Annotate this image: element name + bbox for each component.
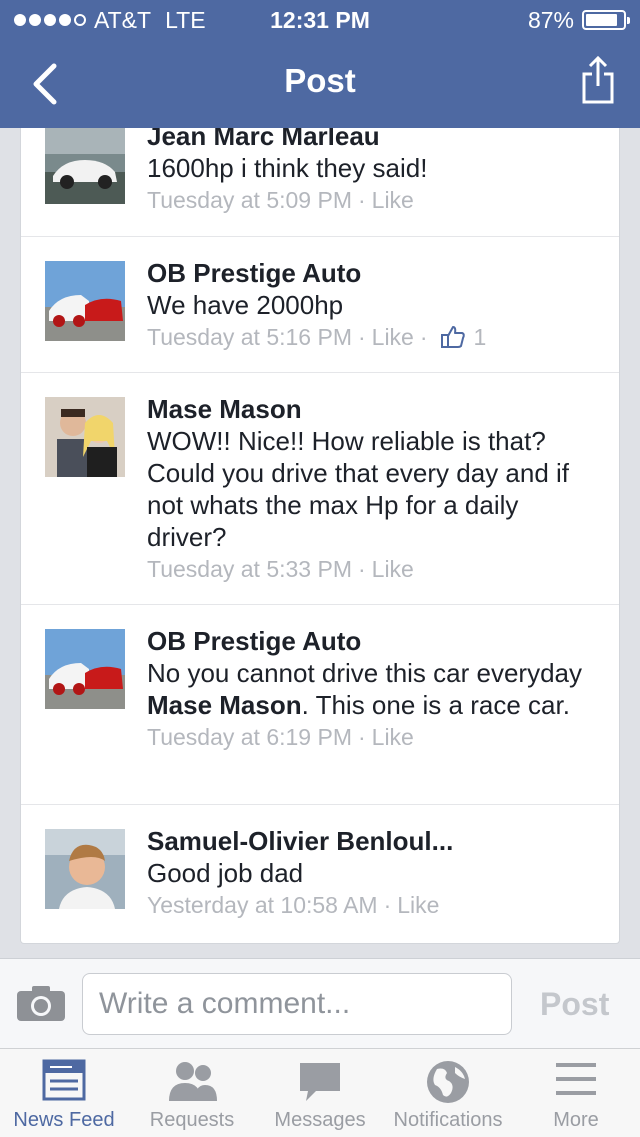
like-link[interactable]: Like <box>372 721 414 753</box>
comment-content: OB Prestige Auto We have 2000hp Tuesday … <box>147 257 601 353</box>
comment-item: OB Prestige Auto No you cannot drive thi… <box>21 605 619 805</box>
share-icon <box>582 55 614 104</box>
tab-label: More <box>553 1109 599 1131</box>
camera-icon <box>17 986 65 1021</box>
status-bar: AT&T LTE 12:31 PM 87% <box>0 0 640 40</box>
globe-icon <box>427 1061 469 1103</box>
comment-meta: Tuesday at 6:19 PM · Like <box>147 721 601 753</box>
comment-content: Jean Marc Marleau 1600hp i think they sa… <box>147 128 601 216</box>
tab-label: Requests <box>149 1109 235 1131</box>
avatar[interactable] <box>45 829 125 909</box>
comment-time: Tuesday at 5:33 PM <box>147 556 352 582</box>
comment-item: Samuel-Olivier Benloul... Good job dad Y… <box>21 805 619 943</box>
battery-icon <box>582 10 630 30</box>
comment-text: We have 2000hp <box>147 290 344 320</box>
comment-content: OB Prestige Auto No you cannot drive thi… <box>147 625 601 753</box>
share-button[interactable] <box>580 54 616 106</box>
tab-label: News Feed <box>13 1109 115 1131</box>
comment-item: Mase Mason WOW!! Nice!! How reliable is … <box>21 373 619 605</box>
comment-text-after: . This one is a race car. <box>301 690 570 720</box>
page-title: Post <box>284 62 356 99</box>
camera-button[interactable] <box>16 983 66 1023</box>
post-button[interactable]: Post <box>540 973 609 1035</box>
header: AT&T LTE 12:31 PM 87% Post <box>0 0 640 128</box>
like-link[interactable]: Like <box>397 889 439 921</box>
tab-more[interactable]: More <box>512 1049 640 1137</box>
comment-text: WOW!! Nice!! How reliable is that? Could… <box>147 426 570 552</box>
comment-composer: Write a comment... Post <box>0 958 640 1049</box>
comment-author[interactable]: Samuel-Olivier Benloul... <box>147 825 601 857</box>
comment-time: Tuesday at 6:19 PM <box>147 724 352 750</box>
comment-content: Mase Mason WOW!! Nice!! How reliable is … <box>147 393 601 585</box>
tab-messages[interactable]: Messages <box>256 1049 384 1137</box>
tab-label: Messages <box>274 1109 366 1131</box>
avatar[interactable] <box>45 397 125 477</box>
comment-author[interactable]: OB Prestige Auto <box>147 625 601 657</box>
comment-author[interactable]: OB Prestige Auto <box>147 257 601 289</box>
comment-meta: Tuesday at 5:09 PM · Like <box>147 184 601 216</box>
comment-text-before: No you cannot drive this car everyday <box>147 658 582 688</box>
avatar[interactable] <box>45 128 125 204</box>
comment-time: Tuesday at 5:09 PM <box>147 187 352 213</box>
like-count: 1 <box>473 324 487 350</box>
comment-time: Yesterday at 10:58 AM <box>147 892 378 918</box>
nav-bar: Post <box>0 40 640 128</box>
comment-author[interactable]: Jean Marc Marleau <box>147 128 601 152</box>
comment-meta: Yesterday at 10:58 AM · Like <box>147 889 601 921</box>
comment-text: Good job dad <box>147 858 304 888</box>
comments-list: Jean Marc Marleau 1600hp i think they sa… <box>20 128 620 944</box>
status-right: 87% <box>527 0 630 40</box>
thumbs-up-icon <box>440 326 465 348</box>
tab-label: Notifications <box>393 1109 503 1131</box>
like-link[interactable]: Like <box>372 321 414 353</box>
comment-item: OB Prestige Auto We have 2000hp Tuesday … <box>21 237 619 373</box>
battery-percent: 87% <box>527 7 574 33</box>
tab-bar: News Feed Requests Messages Notification… <box>0 1048 640 1137</box>
tab-news-feed[interactable]: News Feed <box>0 1049 128 1137</box>
mention-link[interactable]: Mase Mason <box>147 690 302 720</box>
news-feed-icon <box>42 1059 86 1101</box>
messages-icon <box>300 1063 340 1101</box>
tab-requests[interactable]: Requests <box>128 1049 256 1137</box>
comment-item: Jean Marc Marleau 1600hp i think they sa… <box>21 128 619 237</box>
avatar[interactable] <box>45 261 125 341</box>
menu-icon <box>556 1063 596 1095</box>
comment-text: 1600hp i think they said! <box>147 153 428 183</box>
comment-time: Tuesday at 5:16 PM <box>147 324 352 350</box>
comment-text: No you cannot drive this car everyday Ma… <box>147 657 601 721</box>
comment-meta: Tuesday at 5:33 PM · Like <box>147 553 601 585</box>
comment-meta: Tuesday at 5:16 PM · Like · 1 <box>147 321 601 353</box>
tab-notifications[interactable]: Notifications <box>384 1049 512 1137</box>
like-link[interactable]: Like <box>372 553 414 585</box>
like-link[interactable]: Like <box>372 184 414 216</box>
friend-requests-icon <box>169 1062 217 1101</box>
comment-author[interactable]: Mase Mason <box>147 393 601 425</box>
comment-input[interactable]: Write a comment... <box>82 973 512 1035</box>
avatar[interactable] <box>45 629 125 709</box>
comment-content: Samuel-Olivier Benloul... Good job dad Y… <box>147 825 601 921</box>
